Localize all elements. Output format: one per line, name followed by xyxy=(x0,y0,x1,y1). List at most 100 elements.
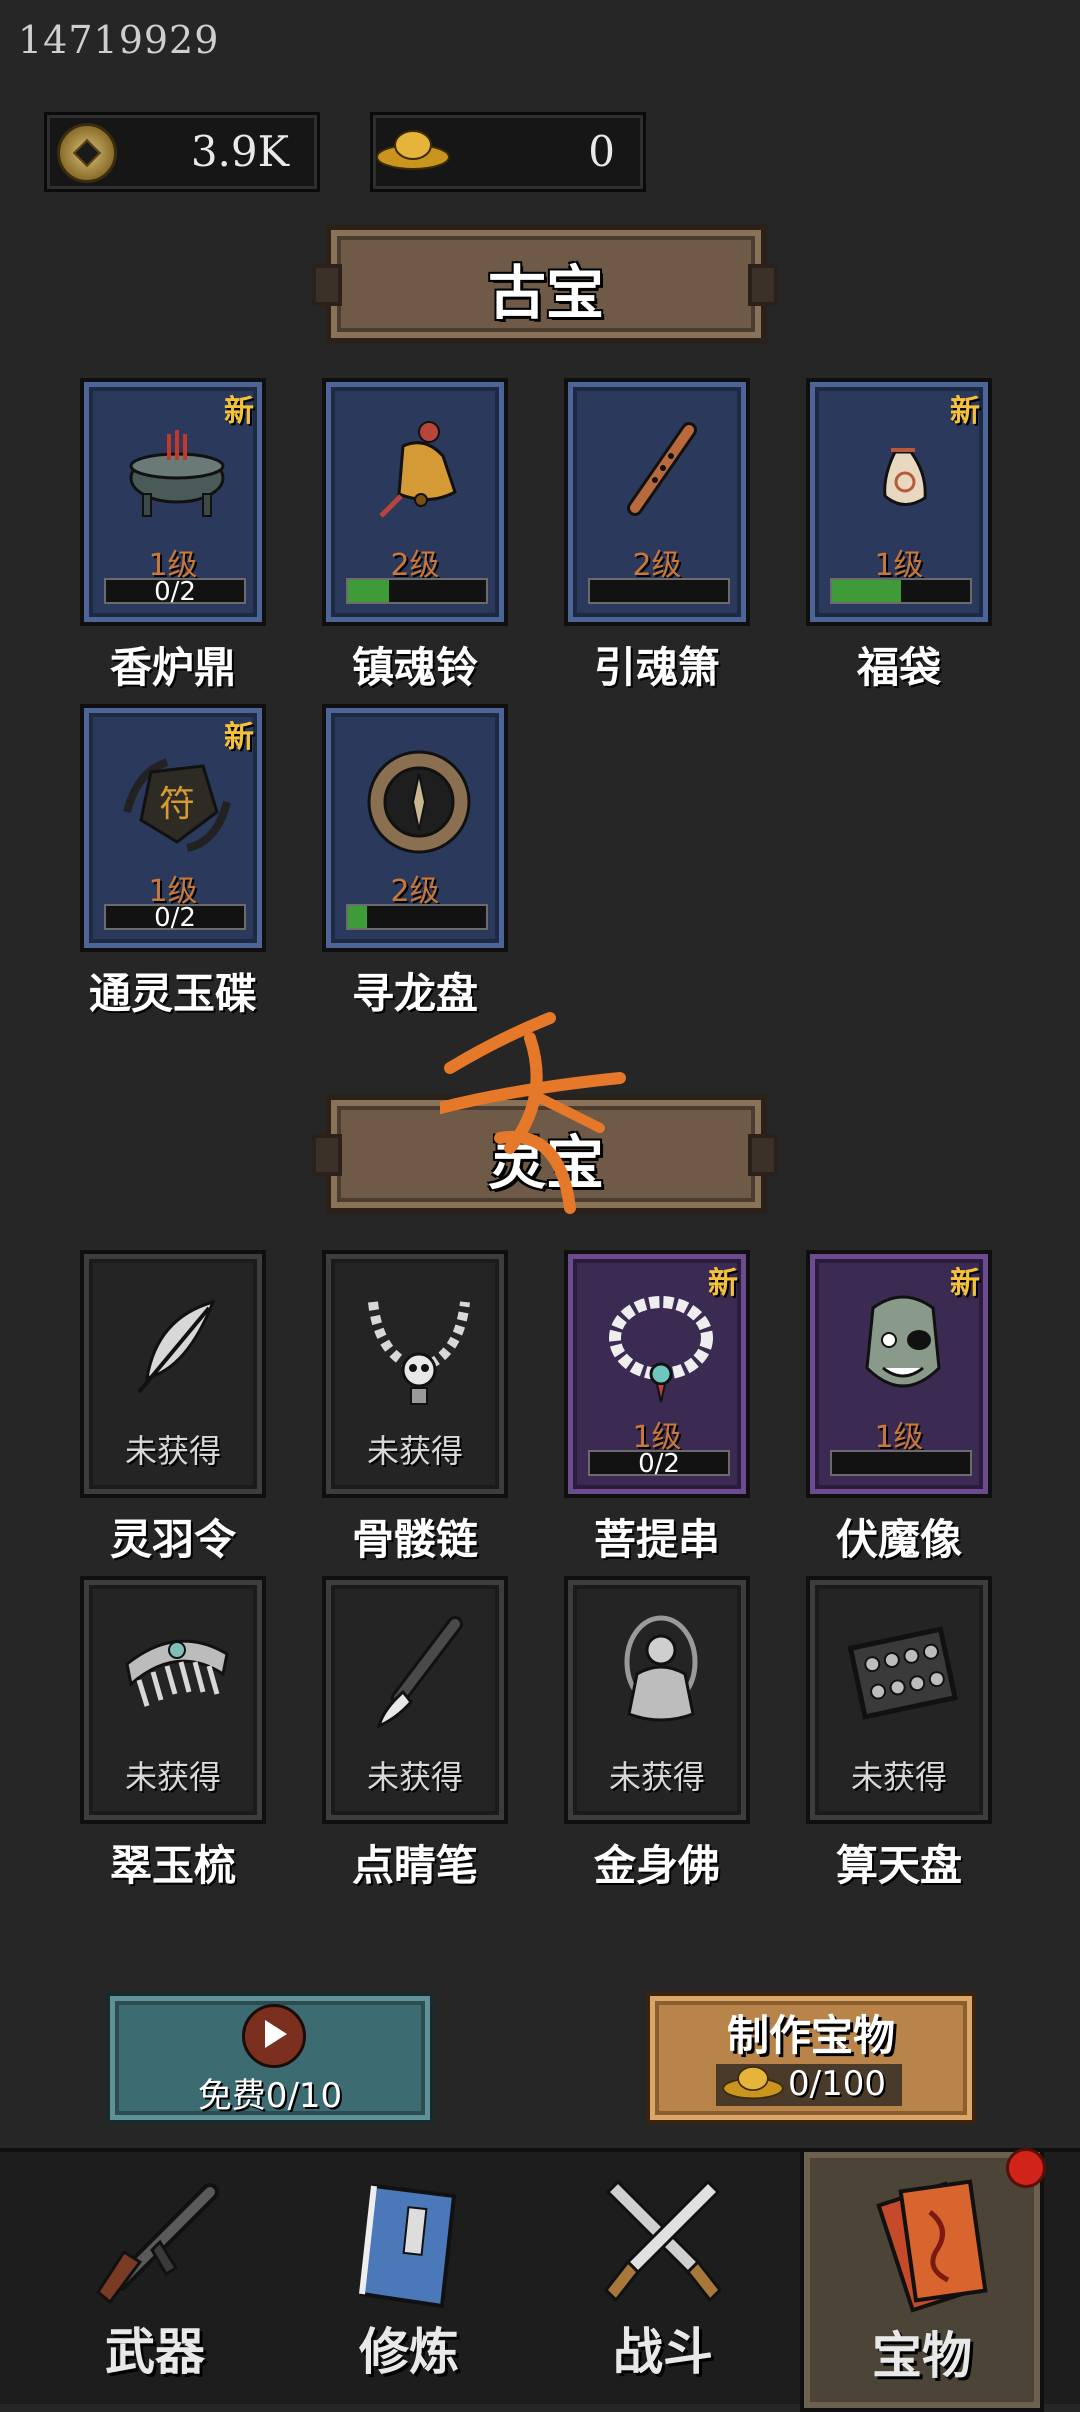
free-draw-label: 免费0/10 xyxy=(197,2076,343,2116)
play-icon xyxy=(242,2004,306,2068)
coin-icon xyxy=(57,123,117,183)
tab-label: 修炼 xyxy=(359,2322,459,2381)
jade-disc-icon: 符 xyxy=(123,758,231,852)
item-name: 通灵玉碟 xyxy=(88,969,257,1018)
item-card-xunlongpan[interactable]: 2级 xyxy=(322,704,508,952)
new-badge: 新 xyxy=(950,1266,980,1301)
item-card-xianglu[interactable]: 新 1级 0/2 xyxy=(80,378,266,626)
craft-title: 制作宝物 xyxy=(726,2011,895,2060)
user-id: 14719929 xyxy=(18,18,220,62)
item-name: 镇魂铃 xyxy=(351,643,478,692)
item-card-zhenhunling[interactable]: 2级 xyxy=(322,378,508,626)
brush-icon xyxy=(376,1616,463,1729)
craft-treasure-button[interactable]: 制作宝物 0/100 xyxy=(646,1992,976,2124)
progress-bar xyxy=(830,578,972,604)
not-obtained-label: 未获得 xyxy=(124,1758,221,1796)
not-obtained-label: 未获得 xyxy=(366,1432,463,1470)
new-badge: 新 xyxy=(224,394,254,429)
crossed-swords-icon xyxy=(603,2179,723,2303)
prayer-beads-icon xyxy=(609,1296,713,1403)
item-card-fumoxiang[interactable]: 新 1级 xyxy=(806,1250,992,1498)
coin-counter: 3.9K xyxy=(44,112,320,192)
item-card-putichuan[interactable]: 新 1级 0/2 xyxy=(564,1250,750,1498)
progress-text: 0/2 xyxy=(154,577,196,607)
progress-fill xyxy=(348,580,390,602)
gold-ingot-icon xyxy=(722,2066,784,2100)
scribble-overlay xyxy=(440,1012,626,1214)
bottom-nav: 武器 修炼 战斗 宝物 xyxy=(0,2148,1080,2412)
item-card-fudai[interactable]: 新 1级 xyxy=(806,378,992,626)
compass-icon xyxy=(367,750,471,854)
item-name: 骨髅链 xyxy=(351,1515,478,1564)
progress-bar xyxy=(346,578,488,604)
item-name: 伏魔像 xyxy=(835,1515,962,1564)
item-name: 点睛笔 xyxy=(351,1841,478,1890)
comb-icon xyxy=(125,1639,229,1707)
notification-dot xyxy=(1006,2148,1046,2188)
talisman-icon xyxy=(876,2179,988,2313)
book-icon xyxy=(359,2183,457,2309)
section-title: 古宝 xyxy=(487,259,604,327)
tab-label: 武器 xyxy=(105,2322,205,2381)
progress-bar: 0/2 xyxy=(104,577,246,607)
progress-fill xyxy=(832,580,901,602)
banner-ornament xyxy=(748,1134,778,1176)
not-obtained-label: 未获得 xyxy=(366,1758,463,1796)
skull-necklace-icon xyxy=(368,1301,470,1405)
progress-bar xyxy=(588,578,730,604)
not-obtained-label: 未获得 xyxy=(608,1758,705,1796)
section-banner-ancient: 古宝 xyxy=(325,224,767,344)
tab-weapons[interactable]: 武器 xyxy=(30,2152,280,2404)
progress-bar: 0/2 xyxy=(104,903,246,933)
not-obtained-label: 未获得 xyxy=(850,1758,947,1796)
item-card-yinhunxiao[interactable]: 2级 xyxy=(564,378,750,626)
banner-ornament xyxy=(312,264,342,306)
rifle-icon xyxy=(96,2183,219,2305)
tab-label: 战斗 xyxy=(613,2322,713,2381)
progress-bar xyxy=(830,1450,972,1476)
gold-ingot-icon xyxy=(376,130,450,170)
item-card-cuiyushu[interactable]: 未获得 xyxy=(80,1576,266,1824)
progress-text: 0/2 xyxy=(154,903,196,933)
tab-label: 宝物 xyxy=(872,2326,972,2385)
svg-text:符: 符 xyxy=(159,784,195,825)
item-card-suantianpan[interactable]: 未获得 xyxy=(806,1576,992,1824)
new-badge: 新 xyxy=(708,1266,738,1301)
tab-cultivation[interactable]: 修炼 xyxy=(284,2152,534,2404)
progress-bar xyxy=(346,904,488,930)
free-draw-button[interactable]: 免费0/10 xyxy=(106,1992,434,2124)
abacus-icon xyxy=(847,1626,959,1720)
feather-icon xyxy=(137,1299,216,1394)
progress-bar: 0/2 xyxy=(588,1449,730,1479)
flute-icon xyxy=(627,422,697,516)
tab-treasures[interactable]: 宝物 xyxy=(800,2148,1046,2412)
banner-ornament xyxy=(312,1134,342,1176)
item-card-jinshenfo[interactable]: 未获得 xyxy=(564,1576,750,1824)
item-name: 香炉鼎 xyxy=(109,643,236,692)
item-name: 翠玉梳 xyxy=(109,1841,236,1890)
item-card-lingyuling[interactable]: 未获得 xyxy=(80,1250,266,1498)
banner-ornament xyxy=(748,264,778,306)
item-card-dianjingbi[interactable]: 未获得 xyxy=(322,1576,508,1824)
incense-burner-icon xyxy=(129,430,225,517)
item-name: 福袋 xyxy=(856,643,941,692)
buddha-icon xyxy=(624,1615,698,1722)
coin-value: 3.9K xyxy=(190,127,289,176)
item-name: 灵羽令 xyxy=(109,1515,236,1564)
new-badge: 新 xyxy=(950,394,980,429)
item-name: 菩提串 xyxy=(593,1515,720,1564)
progress-fill xyxy=(348,906,368,928)
bell-icon xyxy=(379,421,457,518)
not-obtained-label: 未获得 xyxy=(124,1432,221,1470)
tab-battle[interactable]: 战斗 xyxy=(538,2152,788,2404)
craft-cost-value: 0/100 xyxy=(788,2064,886,2104)
item-name: 算天盘 xyxy=(835,1841,962,1890)
item-name: 引魂箫 xyxy=(593,643,720,692)
lucky-bag-icon xyxy=(883,448,927,506)
item-name: 金身佛 xyxy=(593,1841,720,1890)
gold-counter: 0 xyxy=(370,112,646,192)
demon-mask-icon xyxy=(865,1295,941,1388)
new-badge: 新 xyxy=(224,720,254,755)
item-card-tonglingyudie[interactable]: 符 新 1级 0/2 xyxy=(80,704,266,952)
item-card-gulouliang[interactable]: 未获得 xyxy=(322,1250,508,1498)
